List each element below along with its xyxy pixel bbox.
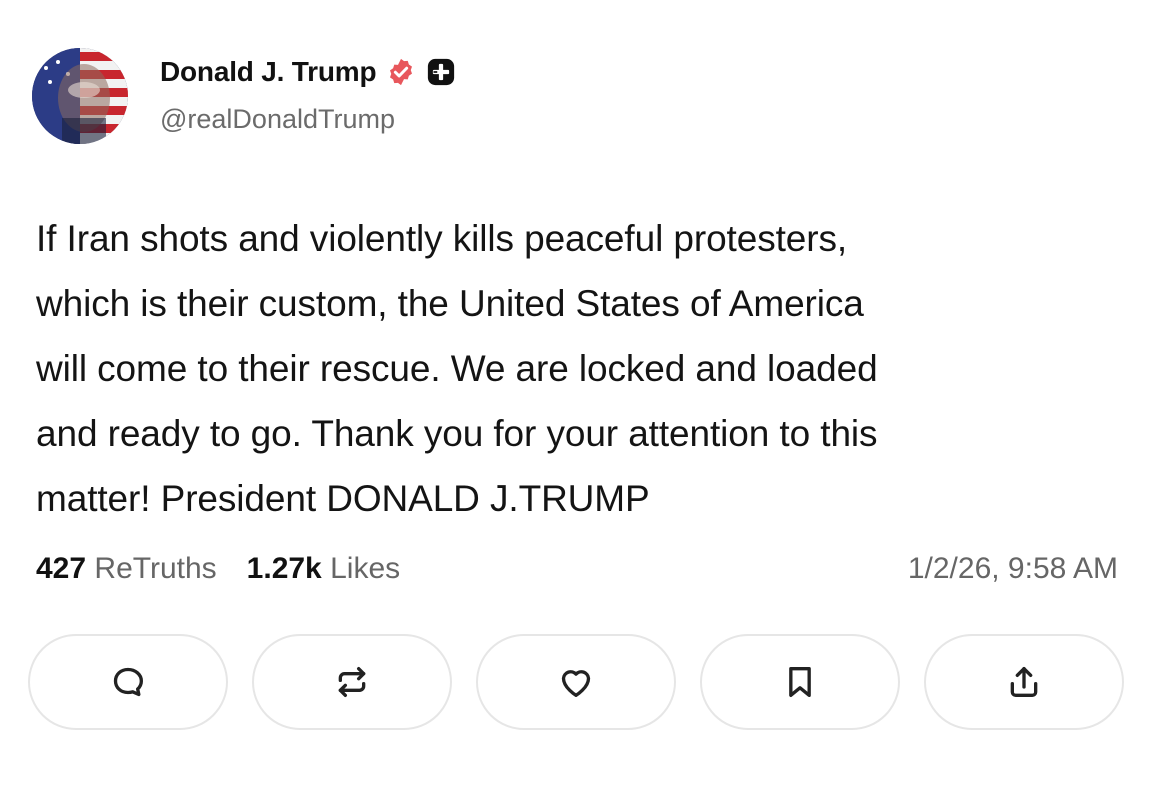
display-name[interactable]: Donald J. Trump [160,56,377,88]
avatar-image [32,48,128,144]
bookmark-button[interactable] [700,634,900,730]
like-button[interactable] [476,634,676,730]
reply-icon [113,667,143,697]
retruth-button[interactable] [252,634,452,730]
plus-badge-icon [426,57,456,87]
share-icon [1010,667,1038,697]
post-text-line: and ready to go. Thank you for your atte… [36,413,878,454]
post-text-line: matter! President DONALD J.TRUMP [36,478,650,519]
retruths-count: 427 [36,552,87,585]
post-stats: 427 ReTruths 1.27k Likes [36,552,400,586]
reply-button[interactable] [28,634,228,730]
action-bar [28,634,1124,730]
retruth-icon [338,667,366,697]
post-text-line: which is their custom, the United States… [36,283,864,324]
likes-label: Likes [330,552,401,585]
likes-stat[interactable]: 1.27k Likes [247,552,400,586]
verified-badge-icon [386,57,416,87]
retruths-stat[interactable]: 427 ReTruths [36,552,217,586]
author-name-row: Donald J. Trump [160,52,456,92]
share-button[interactable] [924,634,1124,730]
retruths-label: ReTruths [94,552,217,585]
post-text: If Iran shots and violently kills peacef… [36,206,1126,531]
like-icon [561,670,591,697]
likes-count: 1.27k [246,552,322,585]
truth-post: Donald J. Trump @realDonaldTrump If Iran… [0,0,1152,790]
post-text-line: will come to their rescue. We are locked… [36,348,878,389]
post-text-line: If Iran shots and violently kills peacef… [36,218,848,259]
avatar[interactable] [32,48,128,144]
post-timestamp: 1/2/26, 9:58 AM [907,552,1118,585]
bookmark-icon [789,667,811,697]
author-handle[interactable]: @realDonaldTrump [160,104,395,135]
